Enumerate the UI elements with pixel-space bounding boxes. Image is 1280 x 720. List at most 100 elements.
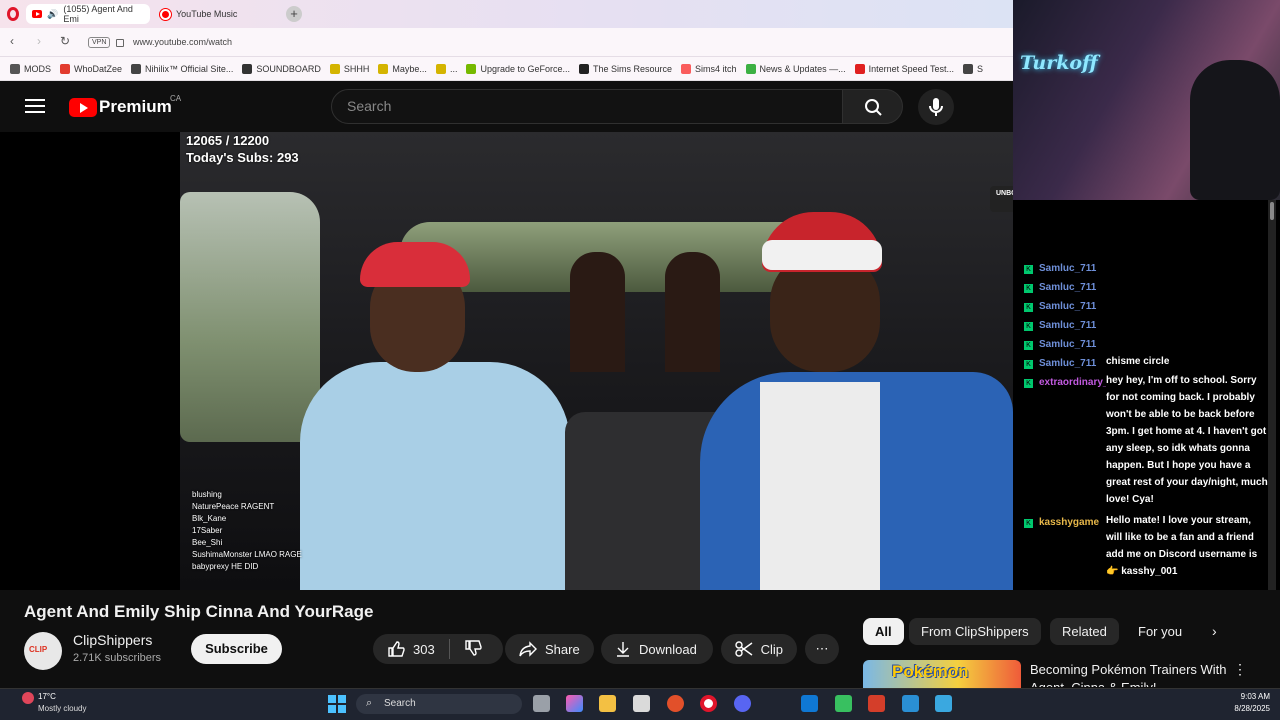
weather-icon[interactable] <box>22 692 34 704</box>
bookmark-item[interactable]: MODS <box>10 63 51 74</box>
chat-username[interactable]: Samluc_711 <box>1039 339 1096 350</box>
copilot-icon[interactable] <box>566 695 583 712</box>
more-actions-button[interactable]: ⋯ <box>805 634 839 664</box>
chat-username[interactable]: kasshygame <box>1039 517 1099 528</box>
chip-all[interactable]: All <box>863 618 904 645</box>
overlay-chat-line: Blk_Kane <box>192 514 227 523</box>
chat-username[interactable]: Samluc_711 <box>1039 282 1096 293</box>
vpn-badge[interactable]: VPN <box>88 37 111 48</box>
bookmark-item[interactable]: Nihilix™ Official Site... <box>131 63 234 74</box>
start-button[interactable] <box>328 695 346 713</box>
store-icon[interactable] <box>633 695 650 712</box>
bookmark-item[interactable]: Internet Speed Test... <box>854 63 954 74</box>
taskbar-search[interactable]: Search <box>356 694 522 714</box>
new-tab-button[interactable]: + <box>286 6 302 22</box>
chat-text: chisme circle <box>1106 356 1170 367</box>
premium-wordmark[interactable]: Premium <box>99 97 172 117</box>
opera-browser-icon[interactable] <box>700 695 717 712</box>
weather-condition: Mostly cloudy <box>38 704 87 713</box>
notes-app-icon[interactable] <box>902 695 919 712</box>
chip-for-you[interactable]: For you <box>1126 618 1194 645</box>
clock-time[interactable]: 9:03 AM <box>1218 692 1270 701</box>
bookmark-item[interactable]: ... <box>435 63 457 74</box>
dislike-button[interactable] <box>464 639 482 660</box>
rear-passenger <box>570 252 625 372</box>
menu-icon[interactable] <box>25 99 45 113</box>
more-vert-icon[interactable]: ⋮ <box>1233 661 1247 678</box>
bookmark-item[interactable]: Sims4 itch <box>681 63 737 74</box>
tab-label: YouTube Music <box>176 9 238 19</box>
bookmark-favicon-icon <box>131 63 142 74</box>
bookmark-favicon-icon <box>745 63 756 74</box>
chip-related[interactable]: Related <box>1050 618 1119 645</box>
bookmark-item[interactable]: Upgrade to GeForce... <box>466 63 570 74</box>
bookmark-item[interactable]: Maybe... <box>378 63 427 74</box>
share-button[interactable]: Share <box>505 634 594 664</box>
back-arrow-icon[interactable]: ‹ <box>10 34 14 48</box>
bookmark-favicon-icon <box>962 63 973 74</box>
app-icon[interactable] <box>667 695 684 712</box>
chat-text: Hello mate! I love your stream, will lik… <box>1106 515 1258 577</box>
bookmark-label: Nihilix™ Official Site... <box>145 63 234 74</box>
discord-icon[interactable] <box>734 695 751 712</box>
file-explorer-icon[interactable] <box>599 695 616 712</box>
kick-badge-icon: K <box>1024 284 1033 293</box>
chip-from-channel[interactable]: From ClipShippers <box>909 618 1041 645</box>
chat-scroll-thumb[interactable] <box>1270 202 1274 220</box>
scissors-icon <box>735 641 753 657</box>
thumbs-up-icon <box>388 641 405 657</box>
voice-search-button[interactable] <box>918 89 954 125</box>
bookmark-item[interactable]: WhoDatZee <box>60 63 122 74</box>
opera-logo-icon[interactable] <box>7 7 19 21</box>
clock-date[interactable]: 8/28/2025 <box>1218 704 1270 713</box>
chat-username[interactable]: Samluc_711 <box>1039 358 1096 369</box>
chat-username[interactable]: Samluc_711 <box>1039 320 1096 331</box>
recommendation-title[interactable]: Becoming Pokémon Trainers With Agent, Ci… <box>1030 661 1240 687</box>
url-field[interactable]: www.youtube.com/watch <box>133 37 232 47</box>
more-icon: ⋯ <box>815 641 829 656</box>
bookmark-item[interactable]: News & Updates —... <box>745 63 846 74</box>
channel-avatar[interactable] <box>24 632 62 670</box>
bookmark-item[interactable]: SOUNDBOARD <box>242 63 321 74</box>
bookmark-favicon-icon <box>10 63 20 74</box>
chat-app-icon[interactable] <box>835 695 852 712</box>
reload-icon[interactable]: ↻ <box>60 34 70 48</box>
tab-youtube-video[interactable]: 🔊 (1055) Agent And Emi <box>26 4 150 24</box>
youtube-logo-icon[interactable] <box>69 98 97 117</box>
outlook-icon[interactable] <box>801 695 818 712</box>
download-button[interactable]: Download <box>601 634 713 664</box>
tab-youtube-music[interactable]: YouTube Music <box>154 4 274 24</box>
chat-username[interactable]: Samluc_711 <box>1039 263 1096 274</box>
subscribe-button[interactable]: Subscribe <box>191 634 282 664</box>
video-player[interactable] <box>0 132 1013 590</box>
cap-front-panel <box>762 240 882 270</box>
chat-message: Kextraordinary_...hey hey, I'm off to sc… <box>1024 372 1268 508</box>
chevron-right-icon[interactable]: › <box>1212 623 1217 639</box>
photos-app-icon[interactable] <box>935 695 952 712</box>
kick-badge-icon: K <box>1024 265 1033 274</box>
channel-name[interactable]: ClipShippers <box>73 632 152 648</box>
share-label: Share <box>545 641 580 657</box>
media-app-icon[interactable] <box>868 695 885 712</box>
bookmark-favicon-icon <box>435 63 446 74</box>
kick-badge-icon: K <box>1024 379 1033 388</box>
chat-username[interactable]: extraordinary_... <box>1039 377 1106 388</box>
bookmark-item[interactable]: The Sims Resource <box>579 63 673 74</box>
search-button[interactable] <box>842 89 903 124</box>
clip-button[interactable]: Clip <box>721 634 797 664</box>
task-view-icon[interactable] <box>533 695 550 712</box>
chat-username[interactable]: Samluc_711 <box>1039 301 1096 312</box>
bookmark-item[interactable]: S <box>962 63 983 74</box>
bookmark-item[interactable]: SHHH <box>329 63 369 74</box>
like-button[interactable]: 303 <box>387 640 435 658</box>
search-input[interactable]: Search <box>331 89 843 124</box>
forward-arrow-icon[interactable]: › <box>37 34 41 48</box>
tab-label: (1055) Agent And Emi <box>63 4 133 24</box>
kick-badge-icon: K <box>1024 341 1033 350</box>
chat-text: hey hey, I'm off to school. Sorry for no… <box>1106 375 1268 505</box>
car-window <box>180 192 320 442</box>
bookmark-label: Upgrade to GeForce... <box>480 63 570 74</box>
temperature[interactable]: 17°C <box>38 692 56 701</box>
bookmark-label: The Sims Resource <box>593 63 673 74</box>
chat-scrollbar[interactable] <box>1268 200 1276 590</box>
